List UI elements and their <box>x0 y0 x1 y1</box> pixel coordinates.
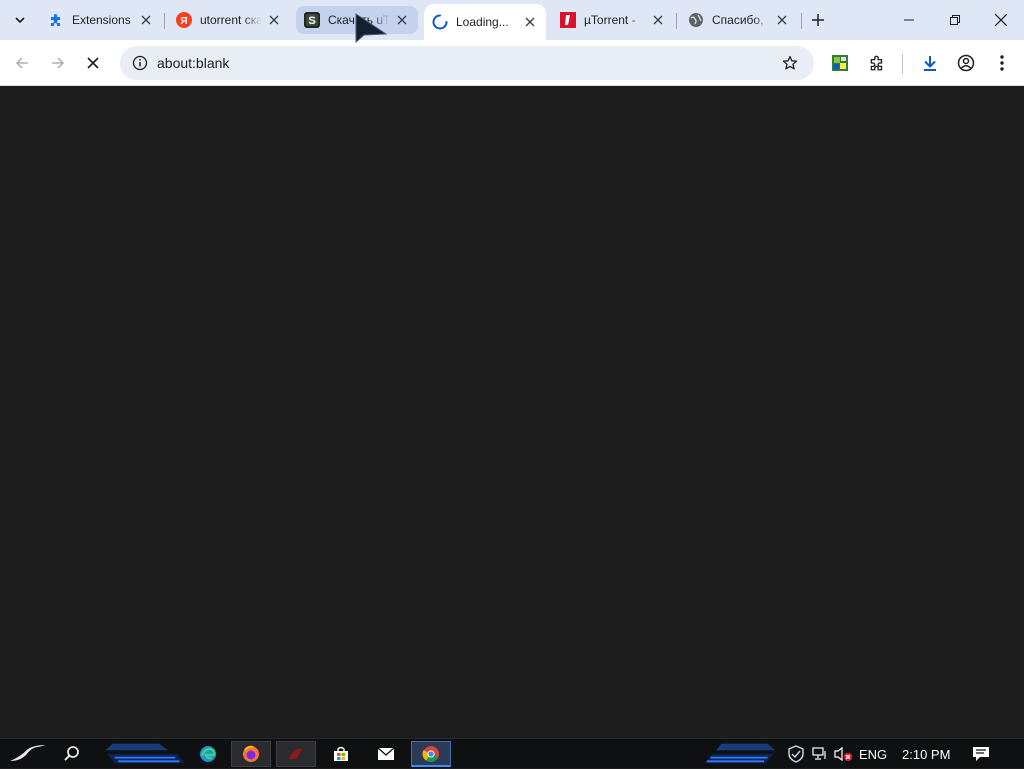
back-button[interactable] <box>6 47 38 79</box>
tab-divider <box>164 13 165 29</box>
close-icon[interactable] <box>522 14 538 30</box>
tab-loading[interactable]: Loading... <box>424 4 546 40</box>
mail-icon <box>377 747 395 760</box>
minimize-icon <box>904 19 914 21</box>
taskbar-search-button[interactable] <box>56 739 88 769</box>
address-bar[interactable]: about:blank <box>120 46 814 80</box>
loading-spinner-icon <box>432 14 448 30</box>
taskbar-decoration <box>704 743 776 764</box>
clock[interactable]: 2:10 PM <box>902 739 950 769</box>
forward-arrow-icon <box>52 57 65 69</box>
stop-loading-icon <box>87 57 99 69</box>
taskbar-mail[interactable] <box>366 741 406 767</box>
bookmark-star-button[interactable] <box>774 47 806 79</box>
info-icon <box>132 55 148 71</box>
tab-title: µTorrent - <box>584 13 636 27</box>
tab-search-button[interactable] <box>8 8 32 32</box>
utorrent-red-icon <box>560 12 576 28</box>
kebab-menu-icon <box>1000 55 1004 71</box>
taskbar-store[interactable] <box>321 741 361 767</box>
site-s-icon: S <box>304 12 320 28</box>
star-icon <box>782 55 798 70</box>
app-red-icon <box>289 748 303 759</box>
browser-toolbar: about:blank <box>0 40 1024 86</box>
taskbar-chrome[interactable] <box>411 741 451 767</box>
globe-icon <box>688 12 704 28</box>
firefox-icon <box>243 745 259 762</box>
page-viewport[interactable] <box>0 87 1024 738</box>
back-arrow-icon <box>15 57 28 69</box>
notification-icon <box>973 747 989 761</box>
mouse-cursor-icon <box>355 13 388 44</box>
tab-utorrent-search[interactable]: Я utorrent скачать <box>168 6 290 34</box>
yandex-icon: Я <box>176 12 192 28</box>
url-text[interactable]: about:blank <box>157 55 229 71</box>
tab-divider <box>801 13 802 29</box>
tray-rog-icon-button[interactable] <box>784 741 808 767</box>
tab-title: Спасибо, <box>712 13 764 27</box>
new-tab-button[interactable] <box>806 8 830 32</box>
plus-icon <box>812 14 824 26</box>
extensions-menu-button[interactable] <box>861 47 893 79</box>
taskbar: ENG 2:10 PM <box>0 738 1024 768</box>
minimize-button[interactable] <box>886 0 932 40</box>
tab-thanks[interactable]: Спасибо, <box>680 6 798 34</box>
tab-title: Extensions <box>72 13 131 27</box>
taskbar-app-red[interactable] <box>276 741 316 767</box>
taskbar-firefox[interactable] <box>231 741 271 767</box>
search-icon <box>64 746 79 761</box>
tray-network-button[interactable] <box>810 741 830 767</box>
extension-app-icon <box>832 55 848 71</box>
close-icon[interactable] <box>774 12 790 28</box>
chevron-down-icon <box>15 17 25 24</box>
svg-text:Я: Я <box>180 16 187 27</box>
profile-button[interactable] <box>950 47 982 79</box>
tab-strip: Extensions Я utorrent скачать S Скачать … <box>0 0 1024 40</box>
shield-icon <box>788 745 804 763</box>
store-bag-icon <box>334 746 348 761</box>
download-icon <box>924 56 936 71</box>
puzzle-icon <box>870 55 883 71</box>
toolbar-divider <box>902 54 903 74</box>
profile-icon <box>957 54 975 72</box>
action-center-button[interactable] <box>966 741 996 767</box>
chrome-icon <box>422 745 439 762</box>
start-button[interactable] <box>6 739 50 769</box>
close-icon[interactable] <box>650 12 666 28</box>
taskbar-edge[interactable] <box>188 741 228 767</box>
edge-icon <box>200 746 216 762</box>
close-icon[interactable] <box>266 12 282 28</box>
close-window-button[interactable] <box>978 0 1024 40</box>
network-icon <box>812 747 826 760</box>
tab-divider <box>676 13 677 29</box>
tab-title: Loading... <box>456 15 509 29</box>
taskbar-decoration <box>105 743 185 764</box>
start-swoosh-icon <box>10 745 46 761</box>
tray-volume-button[interactable] <box>832 741 854 767</box>
volume-muted-icon <box>834 746 853 762</box>
forward-button[interactable] <box>42 47 74 79</box>
close-icon[interactable] <box>138 12 154 28</box>
extension-button[interactable] <box>824 47 856 79</box>
puzzle-icon <box>48 12 64 28</box>
tab-title: utorrent скачать <box>200 13 262 27</box>
tab-utorrent[interactable]: µTorrent - <box>552 6 674 34</box>
close-icon[interactable] <box>394 12 410 28</box>
browser-menu-button[interactable] <box>986 47 1018 79</box>
stop-loading-button[interactable] <box>77 47 109 79</box>
tab-extensions[interactable]: Extensions <box>40 6 162 34</box>
svg-text:S: S <box>308 15 315 27</box>
close-icon <box>995 14 1007 26</box>
site-info-button[interactable] <box>124 47 156 79</box>
downloads-button[interactable] <box>914 47 946 79</box>
language-indicator[interactable]: ENG <box>859 739 887 769</box>
restore-button[interactable] <box>932 0 978 40</box>
restore-icon <box>950 15 960 25</box>
